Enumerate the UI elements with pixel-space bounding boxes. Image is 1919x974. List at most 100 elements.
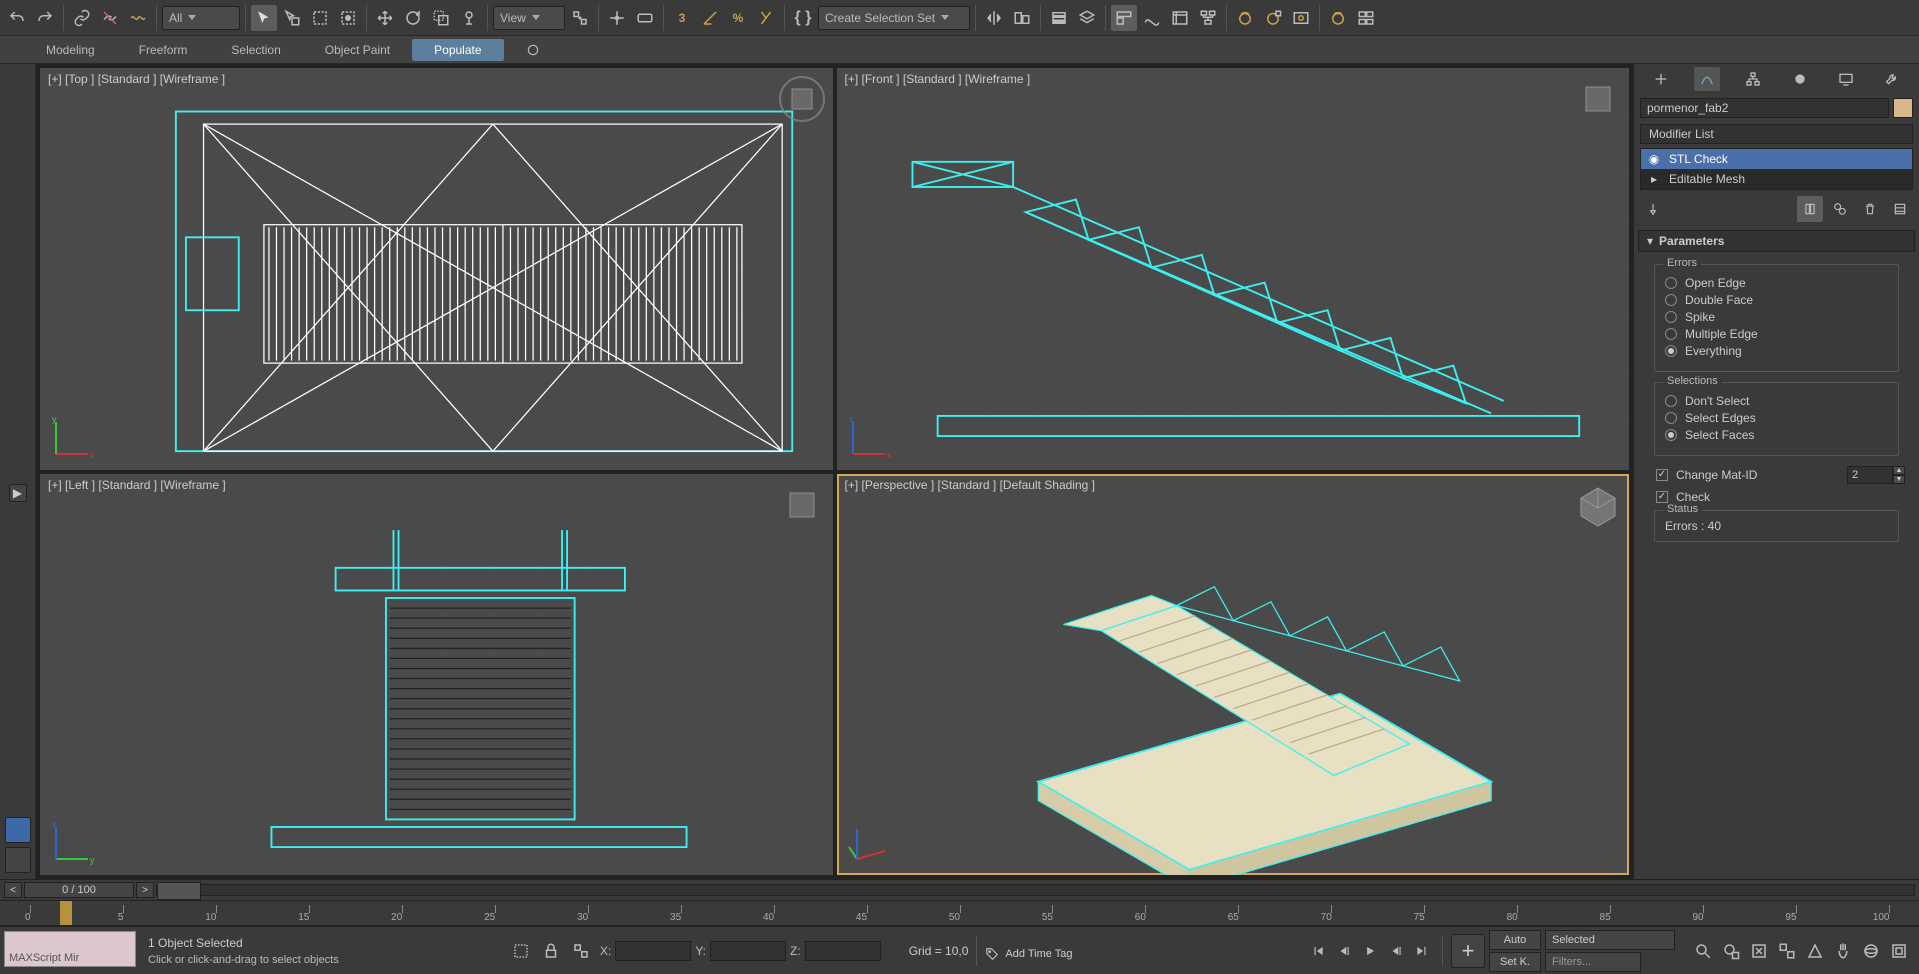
unlink-button[interactable] [97, 5, 123, 31]
scene-explorer-expand-button[interactable]: ▶ [9, 484, 27, 502]
check-change-matid[interactable]: Change Mat-ID ▲▼ [1656, 466, 1905, 484]
radio-dont-select[interactable]: Don't Select [1665, 394, 1888, 408]
stack-item-stlcheck[interactable]: ◉ STL Check [1641, 149, 1912, 169]
radio-multiple-edge[interactable]: Multiple Edge [1665, 327, 1888, 341]
select-by-name-button[interactable] [279, 5, 305, 31]
viewport-label[interactable]: [+] [Perspective ] [Standard ] [Default … [845, 478, 1095, 492]
viewport-layout-alt-button[interactable] [5, 847, 31, 873]
viewport-perspective[interactable]: [+] [Perspective ] [Standard ] [Default … [837, 474, 1630, 876]
configure-sets-button[interactable] [1887, 196, 1913, 222]
timeline-ruler[interactable]: 0510152025303540455055606570758085909510… [0, 900, 1919, 926]
pan-button[interactable] [1831, 939, 1855, 963]
ribbon-tab-populate[interactable]: Populate [412, 39, 503, 61]
material-editor-button[interactable] [1232, 5, 1258, 31]
schematic-view-button[interactable] [1195, 5, 1221, 31]
radio-spike[interactable]: Spike [1665, 310, 1888, 324]
spinner-snap-button[interactable] [753, 5, 779, 31]
ribbon-tab-objectpaint[interactable]: Object Paint [303, 39, 412, 61]
viewport-label[interactable]: [+] [Front ] [Standard ] [Wireframe ] [845, 72, 1031, 86]
autokey-button[interactable]: Auto [1489, 930, 1541, 950]
align-button[interactable] [1009, 5, 1035, 31]
viewport-label[interactable]: [+] [Left ] [Standard ] [Wireframe ] [48, 478, 226, 492]
select-object-button[interactable] [251, 5, 277, 31]
viewport-top[interactable]: [+] [Top ] [Standard ] [Wireframe ] xy [40, 68, 833, 470]
radio-open-edge[interactable]: Open Edge [1665, 276, 1888, 290]
render-production-button[interactable] [1325, 5, 1351, 31]
zoom-extents-all-button[interactable] [1775, 939, 1799, 963]
matid-spinner[interactable] [1847, 466, 1893, 484]
zoom-all-button[interactable] [1719, 939, 1743, 963]
track-next-button[interactable]: > [136, 882, 154, 898]
select-move-button[interactable] [372, 5, 398, 31]
render-setup-button[interactable] [1260, 5, 1286, 31]
percent-snap-button[interactable]: % [725, 5, 751, 31]
select-manipulate-button[interactable] [604, 5, 630, 31]
play-button[interactable] [1358, 939, 1382, 963]
viewport-label[interactable]: [+] [Top ] [Standard ] [Wireframe ] [48, 72, 225, 86]
angle-snap-button[interactable] [697, 5, 723, 31]
panel-hierarchy-tab[interactable] [1740, 67, 1766, 91]
panel-create-tab[interactable] [1648, 67, 1674, 91]
undo-button[interactable] [4, 5, 30, 31]
bind-spacewarp-button[interactable] [125, 5, 151, 31]
setkey-mode-button[interactable]: Set K. [1489, 952, 1541, 972]
fov-button[interactable] [1803, 939, 1827, 963]
zoom-extents-button[interactable] [1747, 939, 1771, 963]
object-color-swatch[interactable] [1893, 98, 1913, 118]
track-prev-button[interactable]: < [4, 882, 22, 898]
isolate-selection-button[interactable] [508, 938, 534, 964]
make-unique-button[interactable] [1827, 196, 1853, 222]
viewcube-icon[interactable] [1573, 480, 1623, 530]
curve-editor-button[interactable] [1139, 5, 1165, 31]
keyboard-shortcut-toggle[interactable] [632, 5, 658, 31]
ribbon-caret-icon[interactable] [562, 39, 584, 61]
radio-everything[interactable]: Everything [1665, 344, 1888, 358]
eye-icon[interactable]: ◉ [1647, 152, 1661, 166]
coord-z-input[interactable] [805, 941, 881, 961]
render-in-cloud-button[interactable] [1353, 5, 1379, 31]
goto-end-button[interactable] [1410, 939, 1434, 963]
toggle-ribbon-button[interactable] [1111, 5, 1137, 31]
goto-start-button[interactable] [1306, 939, 1330, 963]
remove-modifier-button[interactable] [1857, 196, 1883, 222]
named-selset-edit-button[interactable]: { } [790, 5, 816, 31]
panel-utilities-tab[interactable] [1879, 67, 1905, 91]
stack-item-editablemesh[interactable]: ▸ Editable Mesh [1641, 169, 1912, 189]
viewcube-icon[interactable] [777, 480, 827, 530]
key-filters-button[interactable]: Filters... [1545, 952, 1641, 972]
coord-y-input[interactable] [710, 941, 786, 961]
select-place-button[interactable] [456, 5, 482, 31]
absolute-relative-button[interactable] [568, 938, 594, 964]
pin-stack-button[interactable] [1640, 196, 1666, 222]
key-filters-dropdown[interactable]: Selected [1545, 930, 1675, 950]
coord-x-input[interactable] [615, 941, 691, 961]
mirror-button[interactable] [981, 5, 1007, 31]
set-key-button[interactable]: + [1451, 934, 1485, 968]
redo-button[interactable] [32, 5, 58, 31]
selection-lock-button[interactable] [538, 938, 564, 964]
show-end-result-button[interactable] [1797, 196, 1823, 222]
layer-explorer-button[interactable] [1046, 5, 1072, 31]
radio-select-faces[interactable]: Select Faces [1665, 428, 1888, 442]
time-slider[interactable] [156, 884, 1915, 896]
select-scale-button[interactable] [428, 5, 454, 31]
maximize-viewport-button[interactable] [1887, 939, 1911, 963]
manage-layers-button[interactable] [1074, 5, 1100, 31]
timeline-playhead[interactable] [60, 901, 72, 925]
add-time-tag-button[interactable]: Add Time Tag [985, 947, 1072, 961]
expand-icon[interactable]: ▸ [1647, 172, 1661, 186]
viewport-left[interactable]: [+] [Left ] [Standard ] [Wireframe ] yz [40, 474, 833, 876]
use-pivot-center-button[interactable] [567, 5, 593, 31]
maxscript-listener[interactable]: MAXScript Mir [4, 931, 136, 967]
modifier-list-dropdown[interactable]: Modifier List [1640, 124, 1913, 144]
select-region-rect-button[interactable] [307, 5, 333, 31]
viewcube-icon[interactable] [777, 74, 827, 124]
object-name-input[interactable] [1640, 98, 1889, 118]
snap-toggle-button[interactable]: 3 [669, 5, 695, 31]
ribbon-tab-selection[interactable]: Selection [209, 39, 302, 61]
select-rotate-button[interactable] [400, 5, 426, 31]
zoom-button[interactable] [1691, 939, 1715, 963]
next-frame-button[interactable] [1384, 939, 1408, 963]
panel-modify-tab[interactable] [1694, 67, 1720, 91]
radio-double-face[interactable]: Double Face [1665, 293, 1888, 307]
